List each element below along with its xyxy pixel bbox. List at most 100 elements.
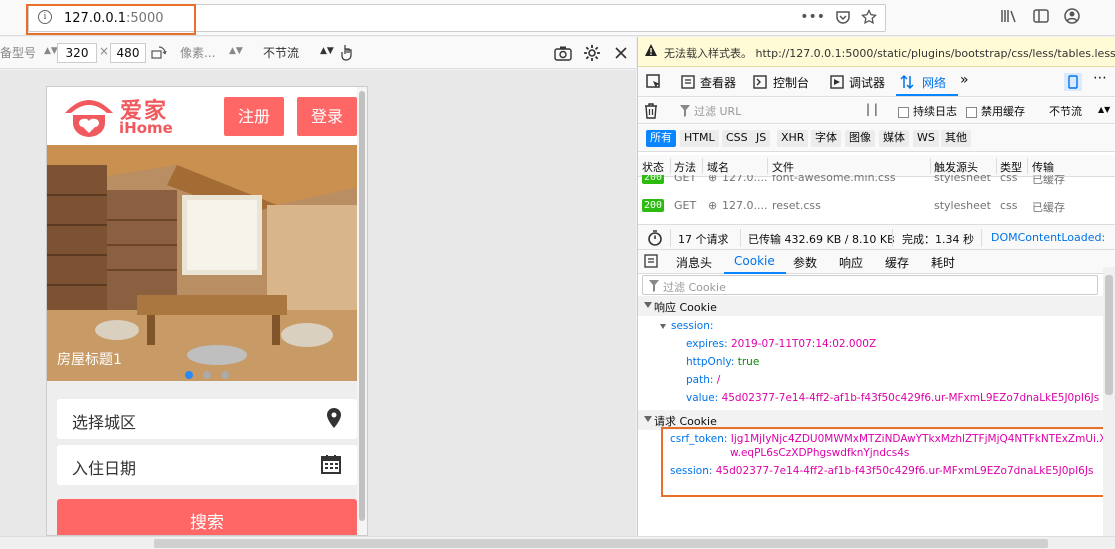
touch-simulation-icon[interactable] <box>340 43 354 61</box>
carousel-dot[interactable] <box>203 371 211 379</box>
stylesheet-warning: 无法载入样式表。 http://127.0.0.1:5000/static/pl… <box>638 37 1115 67</box>
persist-logs-checkbox[interactable]: 持续日志 <box>898 103 957 119</box>
col-cause[interactable]: 触发源头 <box>934 159 978 175</box>
site-header: 爱家 iHome 注册 登录 <box>47 87 359 145</box>
filter-fonts[interactable]: 字体 <box>811 130 841 147</box>
disable-cache-checkbox[interactable]: 禁用缓存 <box>966 103 1025 119</box>
responsive-viewport: 爱家 iHome 注册 登录 房屋标题1 选择城区 入住日期 搜索 <box>0 70 636 536</box>
account-icon[interactable] <box>1064 8 1080 24</box>
login-button[interactable]: 登录 <box>297 97 357 136</box>
net-throttle-select[interactable]: 不节流 <box>1049 103 1082 119</box>
filter-funnel-icon <box>680 105 690 117</box>
devtools-tabbar: 查看器 控制台 调试器 网络 » ⋯ <box>638 67 1115 97</box>
pocket-icon[interactable] <box>835 9 851 25</box>
col-domain[interactable]: 域名 <box>707 159 729 175</box>
banner-carousel[interactable]: 房屋标题1 <box>47 145 367 381</box>
filter-ws[interactable]: WS <box>913 130 939 147</box>
devtools-menu-icon[interactable]: ⋯ <box>1093 70 1107 86</box>
col-transfer[interactable]: 传输 <box>1032 159 1054 175</box>
more-tabs-chevron-icon[interactable]: » <box>960 72 969 88</box>
devtools-scrollbar[interactable] <box>1103 267 1115 536</box>
dimension-separator: × <box>99 44 110 58</box>
col-method[interactable]: 方法 <box>674 159 696 175</box>
col-status[interactable]: 状态 <box>642 159 664 175</box>
page-actions-icon[interactable]: ••• <box>800 9 825 25</box>
dom-content-loaded: DOMContentLoaded: <box>991 231 1106 244</box>
filter-xhr[interactable]: XHR <box>777 130 809 147</box>
toggle-sidebar-icon[interactable] <box>644 254 658 268</box>
room-photo <box>47 145 367 381</box>
dpr-selector[interactable]: 像素... <box>180 44 215 61</box>
response-cookie-session-name[interactable]: session: <box>660 320 713 332</box>
tab-debugger[interactable]: 调试器 <box>849 74 885 91</box>
horizontal-scrollbar[interactable] <box>0 536 1115 549</box>
filter-js[interactable]: JS <box>752 130 771 147</box>
close-rdm-icon[interactable] <box>615 47 627 59</box>
carousel-indicators <box>185 371 229 379</box>
tab-params[interactable]: 参数 <box>793 254 817 271</box>
filter-other[interactable]: 其他 <box>941 130 971 147</box>
table-row[interactable]: 200 GET ⊕ 127.0.... reset.css stylesheet… <box>638 195 1115 217</box>
warning-icon <box>645 44 657 56</box>
request-cookie-highlight-box <box>661 427 1106 497</box>
library-icon[interactable] <box>1000 8 1018 24</box>
filter-css[interactable]: CSS <box>722 130 752 147</box>
response-cookie-header[interactable]: 响应 Cookie <box>638 296 1104 316</box>
dpr-chevron-icon[interactable]: ▲▼ <box>229 46 243 56</box>
filter-all[interactable]: 所有 <box>646 130 676 147</box>
carousel-dot[interactable] <box>185 371 193 379</box>
device-selector-chevron-icon[interactable]: ▲▼ <box>44 46 58 56</box>
cookie-httponly: httpOnly: true <box>686 356 760 368</box>
filter-media[interactable]: 媒体 <box>879 130 909 147</box>
ihome-logo[interactable]: 爱家 iHome <box>63 93 173 139</box>
rotate-icon[interactable] <box>150 45 168 61</box>
search-button[interactable]: 搜索 <box>57 499 357 535</box>
cookie-value: value: 45d02377-7e14-4ff2-af1b-f43f50c42… <box>686 392 1100 404</box>
throttle-chevron-icon[interactable]: ▲▼ <box>320 46 334 56</box>
bookmark-star-icon[interactable] <box>861 9 877 25</box>
banner-caption: 房屋标题1 <box>57 352 122 368</box>
console-icon <box>753 75 767 89</box>
filter-images[interactable]: 图像 <box>845 130 875 147</box>
debugger-icon <box>830 75 844 89</box>
tab-console[interactable]: 控制台 <box>773 74 809 91</box>
net-throttle-chevron-icon[interactable]: ▲▼ <box>1098 105 1110 114</box>
register-button[interactable]: 注册 <box>224 97 284 136</box>
transferred-size: 已传输 432.69 KB / 8.10 KB <box>748 233 895 246</box>
pause-icon[interactable]: | | <box>866 102 878 116</box>
sidebar-icon[interactable] <box>1032 8 1050 24</box>
col-type[interactable]: 类型 <box>1000 159 1022 175</box>
tab-network[interactable]: 网络 <box>922 74 946 91</box>
city-select[interactable]: 选择城区 <box>57 399 357 439</box>
tab-headers[interactable]: 消息头 <box>676 254 712 271</box>
filter-html[interactable]: HTML <box>680 130 719 147</box>
filter-url-input[interactable]: 过滤 URL <box>694 103 741 119</box>
height-input[interactable]: 480 <box>110 43 146 63</box>
browser-toolbar: i 127.0.0.1:5000 ••• <box>0 0 1115 36</box>
settings-gear-icon[interactable] <box>583 44 601 62</box>
clear-trash-icon[interactable] <box>644 103 658 119</box>
table-row[interactable]: 200 GET ⊕ 127.0.... font-awesome.min.css… <box>638 175 1115 189</box>
tab-timings[interactable]: 耗时 <box>931 254 955 271</box>
tab-cache[interactable]: 缓存 <box>885 254 909 271</box>
carousel-dot[interactable] <box>221 371 229 379</box>
dock-toggle-icon[interactable] <box>1064 73 1082 91</box>
device-selector[interactable]: 备型号 <box>0 44 36 61</box>
page-scrollbar[interactable] <box>357 87 367 535</box>
tab-cookie[interactable]: Cookie <box>734 254 775 268</box>
inspector-icon <box>681 75 695 89</box>
col-file[interactable]: 文件 <box>772 159 794 175</box>
request-detail-tabs: 消息头 Cookie 参数 响应 缓存 耗时 <box>638 250 1115 274</box>
element-picker-icon[interactable] <box>646 74 662 90</box>
stopwatch-icon[interactable] <box>647 230 663 246</box>
screenshot-camera-icon[interactable] <box>554 45 572 61</box>
tab-response[interactable]: 响应 <box>839 254 863 271</box>
tab-inspector[interactable]: 查看器 <box>700 74 736 91</box>
network-throttle-selector[interactable]: 不节流 <box>263 44 299 61</box>
cookie-path: path: / <box>686 374 721 386</box>
checkin-date-label: 入住日期 <box>72 459 137 478</box>
width-input[interactable]: 320 <box>57 43 97 63</box>
network-arrows-icon <box>900 74 914 90</box>
checkin-date-input[interactable]: 入住日期 <box>57 445 357 485</box>
cookie-filter-input[interactable]: 过滤 Cookie <box>642 275 1098 295</box>
